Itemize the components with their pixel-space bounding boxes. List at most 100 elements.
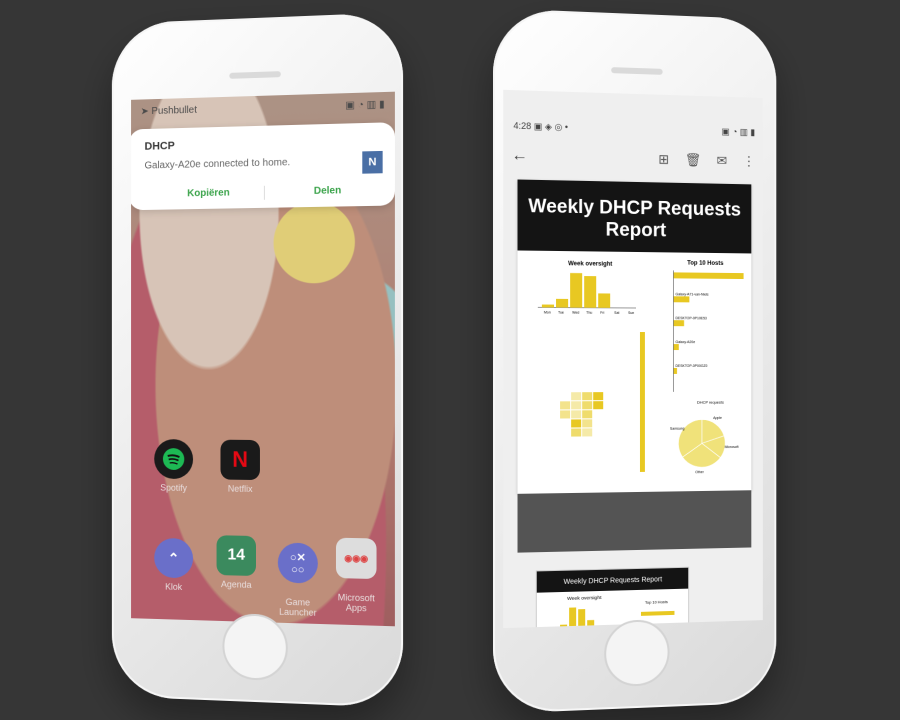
week-tick-label: Wed	[572, 311, 579, 315]
week-bar	[570, 273, 583, 308]
delete-icon[interactable]: 🗑	[685, 152, 701, 168]
game-launcher-icon: ○✕ ○○	[277, 542, 318, 584]
thumb-host-bar	[640, 610, 675, 616]
app-calendar[interactable]: 14 Agenda	[207, 535, 266, 590]
heatmap-cell	[571, 401, 582, 410]
heatmap-cell	[582, 410, 593, 419]
hosts-chart-bars: Galaxy-A71-van-Niels DESKTOP-0P10E53 Galax…	[673, 272, 744, 374]
app-label: Game Launcher	[279, 596, 317, 618]
archive-icon[interactable]: ⊞	[658, 152, 669, 168]
app-label: Agenda	[220, 579, 252, 590]
report-charts: Week oversight Mon Tue Wed Thu Fri Sat Sun Top…	[518, 261, 744, 474]
week-bar	[598, 293, 611, 308]
host-bar	[673, 296, 690, 303]
heatmap-cell	[593, 392, 604, 401]
pie-label: Other	[695, 470, 704, 474]
thumb-charts: Week oversight Top 10 Hosts	[560, 595, 675, 629]
home-button[interactable]	[222, 613, 288, 682]
week-bar	[584, 276, 597, 308]
clock-icon: ⌃	[154, 537, 194, 579]
share-button[interactable]: Delen	[314, 185, 341, 197]
heatmap-chart	[560, 392, 604, 437]
heatmap-cell	[571, 428, 582, 437]
pushbullet-icon: ➤	[140, 105, 152, 117]
thumb-week-title: Week oversight	[567, 595, 602, 602]
heatmap-cell	[582, 428, 593, 437]
speaker-grille	[611, 67, 663, 75]
host-bar	[673, 367, 678, 374]
notification-body: Galaxy-A20e connected to home.	[144, 157, 291, 172]
pie-label: Samsung	[670, 427, 685, 431]
heatmap-cell	[571, 419, 582, 428]
week-tick-label: Thu	[586, 311, 592, 315]
action-divider	[263, 185, 265, 200]
status-icons: ▣ ◔ ▥ ▮	[345, 98, 385, 111]
app-game-launcher[interactable]: ○✕ ○○ Game Launcher	[268, 532, 328, 618]
heatmap-cell	[571, 392, 582, 401]
thumb-hosts-title: Top 10 Hosts	[645, 599, 668, 605]
week-chart-bars	[541, 273, 625, 308]
thumb-week-bar	[569, 607, 577, 629]
app-label: Klok	[165, 581, 183, 593]
thumb-week-bar	[578, 609, 586, 629]
netflix-icon: N	[220, 439, 260, 481]
thumb-week-bar	[560, 624, 568, 629]
speaker-grille	[229, 71, 281, 79]
host-bar	[673, 272, 744, 280]
copy-button[interactable]: Kopiëren	[187, 188, 229, 200]
more-icon[interactable]: ⋮	[743, 154, 756, 170]
status-bar: 4:28 ▣ ◈ ◎ • ▣ ◔ ▥ ▮	[513, 121, 755, 142]
status-time: 4:28 ▣ ◈ ◎ •	[513, 120, 569, 133]
host-label: DESKTOP-0P10E53	[675, 316, 706, 320]
microsoft-apps-icon: ◉◉◉	[335, 537, 377, 580]
left-screen: ➤ Pushbullet ▣ ◔ ▥ ▮ DHCP Galaxy-A20e co…	[131, 91, 395, 627]
pushbullet-label: ➤ Pushbullet	[140, 104, 197, 117]
pie-label: Apple	[713, 416, 722, 420]
pie-label: Microsoft	[725, 445, 739, 449]
heatmap-cell	[582, 401, 593, 410]
mail-icon[interactable]: ✉	[717, 153, 728, 169]
week-tick-label: Sat	[614, 311, 619, 315]
calendar-icon: 14	[216, 535, 256, 577]
email-footer-band	[517, 490, 752, 553]
app-netflix[interactable]: N Netflix	[211, 439, 270, 495]
thumb-week-bars	[560, 607, 595, 629]
toolbar-actions: ⊞ 🗑 ✉ ⋮	[658, 152, 755, 170]
pie-chart: Apple Microsoft Other Samsung	[670, 416, 739, 474]
host-bar	[673, 320, 685, 327]
right-phone: 4:28 ▣ ◈ ◎ • ▣ ◔ ▥ ▮ ← ⊞ 🗑 ✉ ⋮ Weekly DH…	[493, 8, 777, 714]
host-label: Galaxy-A20e	[675, 340, 695, 344]
app-spotify[interactable]: Spotify	[145, 439, 203, 493]
app-label: Netflix	[227, 483, 253, 494]
app-label: Microsoft Apps	[337, 592, 375, 614]
home-button[interactable]	[604, 619, 670, 688]
mail-toolbar: ← ⊞ 🗑 ✉ ⋮	[511, 143, 755, 175]
back-arrow-icon[interactable]: ←	[511, 147, 527, 166]
hosts-chart-title: Top 10 Hosts	[687, 261, 724, 267]
report-image[interactable]: Weekly DHCP Requests Report Week oversig…	[517, 179, 752, 494]
notification-app-icon: N	[362, 150, 383, 174]
spotify-icon	[154, 439, 194, 480]
hosts-xlabel: DHCP requests	[697, 400, 724, 405]
heatmap-colorbar	[640, 332, 646, 473]
notification-card[interactable]: DHCP Galaxy-A20e connected to home. N Ko…	[131, 122, 395, 211]
host-label: DESKTOP-0P00GZ0	[675, 364, 707, 368]
heatmap-cell	[571, 410, 582, 419]
heatmap-cell	[582, 392, 593, 401]
week-chart-labels: Mon Tue Wed Thu Fri Sat Sun	[544, 310, 634, 315]
week-chart-title: Week oversight	[568, 261, 612, 268]
week-tick-label: Fri	[600, 311, 604, 315]
week-tick-label: Mon	[544, 310, 551, 314]
right-screen: 4:28 ▣ ◈ ◎ • ▣ ◔ ▥ ▮ ← ⊞ 🗑 ✉ ⋮ Weekly DH…	[503, 89, 763, 629]
status-icons: ▣ ◔ ▥ ▮	[721, 126, 756, 138]
report-thumbnail[interactable]: Weekly DHCP Requests Report Week oversig…	[535, 566, 690, 629]
host-label: Galaxy-A71-van-Niels	[675, 292, 708, 296]
notification-title: DHCP	[144, 140, 175, 153]
week-bar	[541, 304, 555, 308]
heatmap-cell	[593, 401, 604, 410]
app-microsoft-apps[interactable]: ◉◉◉ Microsoft Apps	[326, 527, 387, 613]
app-label: Spotify	[160, 482, 187, 493]
app-clock[interactable]: ⌃ Klok	[145, 537, 203, 593]
thumb-week-bar	[587, 620, 595, 629]
host-bar	[673, 344, 679, 351]
